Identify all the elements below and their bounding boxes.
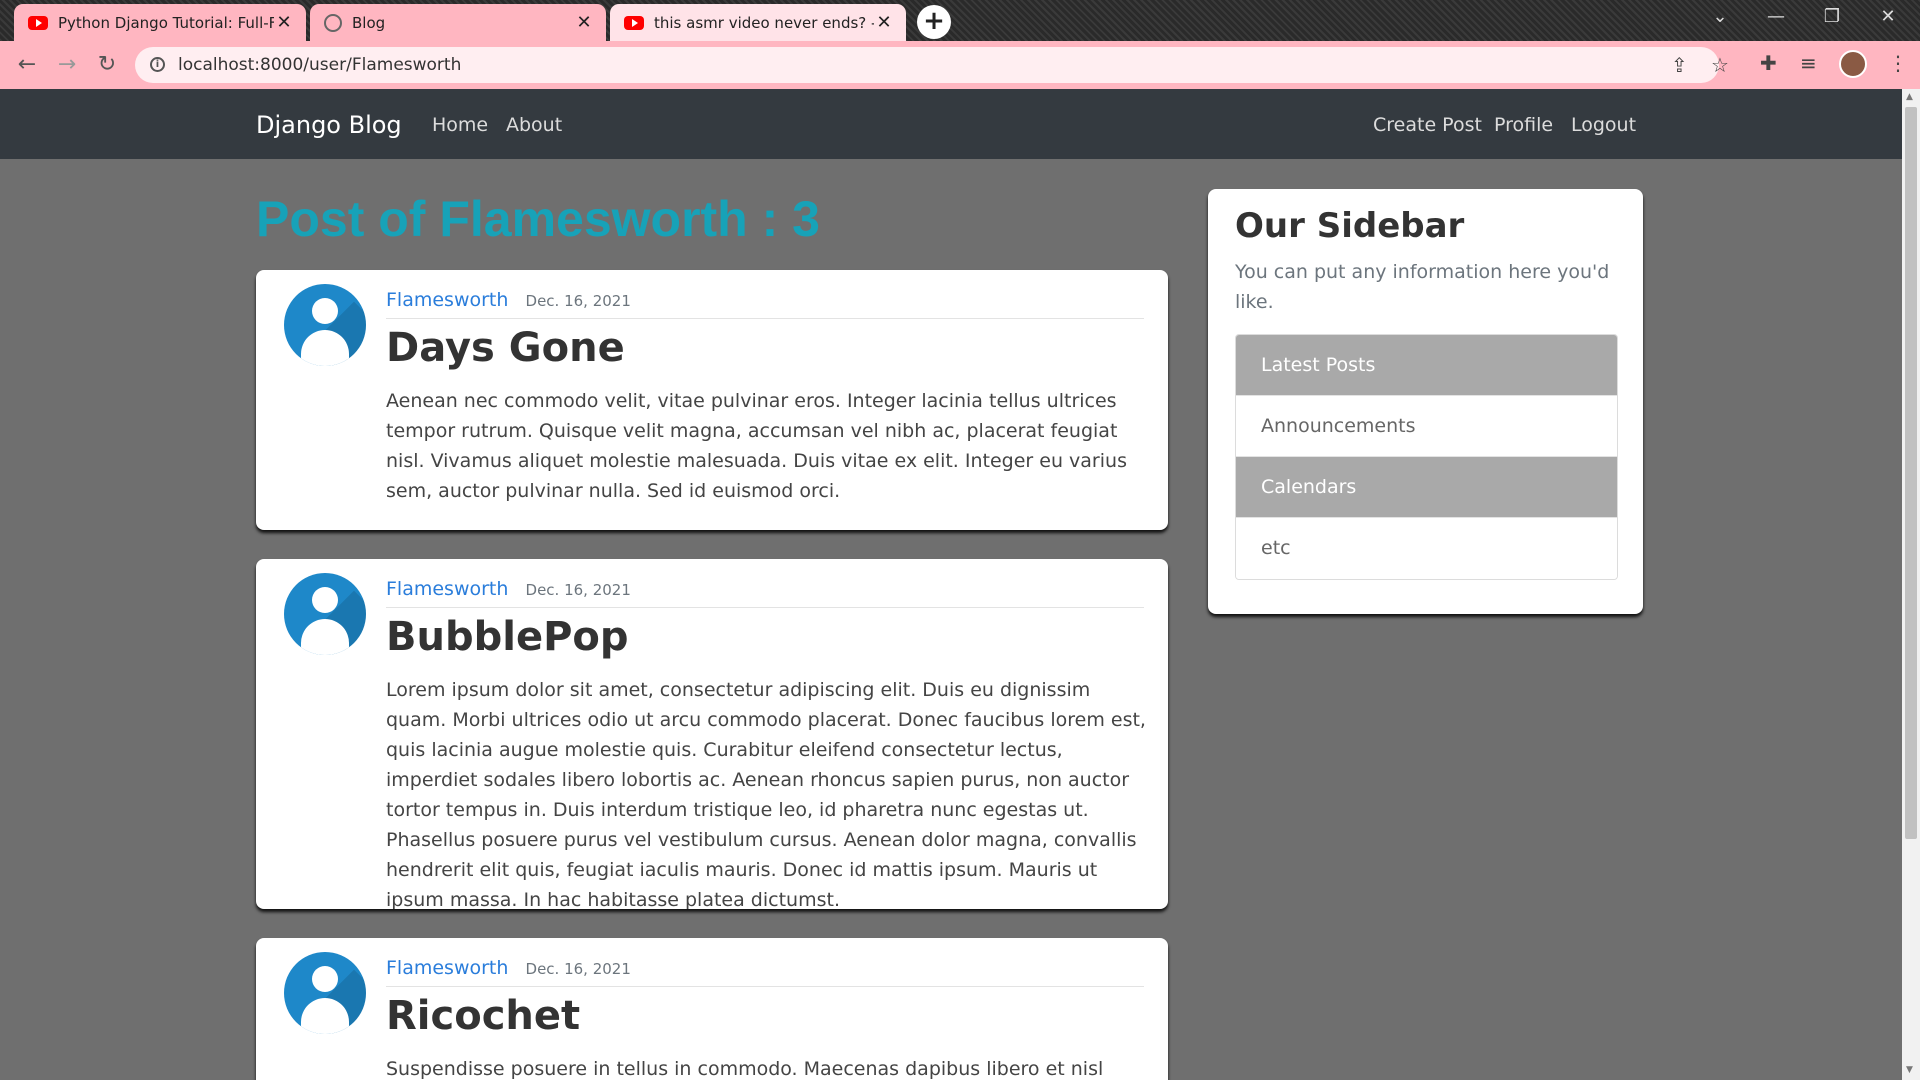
post-title-link[interactable]: Days Gone [386,325,625,371]
user-avatar [284,284,366,366]
scroll-up-icon[interactable]: ▲ [1906,92,1913,102]
youtube-icon [624,15,644,30]
tab-search-icon[interactable]: ⌄ [1700,6,1740,27]
post-title-link[interactable]: Ricochet [386,993,580,1039]
globe-icon [324,13,342,32]
site-info-icon[interactable]: i [150,57,165,72]
post-content: Aenean nec commodo velit, vitae pulvinar… [386,390,1127,502]
tab-title: Blog [352,13,386,32]
sidebar-list: Latest Posts Announcements Calendars etc [1235,334,1618,580]
restore-icon[interactable]: ❐ [1812,6,1852,27]
scroll-down-icon[interactable]: ▼ [1906,1065,1913,1075]
post-date: Dec. 16, 2021 [525,581,631,599]
post-author-link[interactable]: Flamesworth [386,289,508,311]
sidebar: Our Sidebar You can put any information … [1208,189,1643,614]
youtube-icon [28,15,48,30]
tab-title: Python Django Tutorial: Full-Feat [58,13,274,32]
sidebar-item-calendars[interactable]: Calendars [1236,457,1617,518]
post-meta: Flamesworth Dec. 16, 2021 [386,289,1144,319]
nav-logout-link[interactable]: Logout [1571,114,1636,136]
page-scrollbar[interactable]: ▲ ▼ [1902,89,1920,1080]
nav-about-link[interactable]: About [506,114,562,136]
post-date: Dec. 16, 2021 [525,960,631,978]
reading-list-icon[interactable]: ≡ [1800,51,1817,75]
tab-blog[interactable]: Blog ✕ [310,4,606,41]
url-text[interactable]: localhost:8000/user/Flamesworth [178,55,461,75]
tab-python-django-tutorial[interactable]: Python Django Tutorial: Full-Feat ✕ [14,4,306,41]
post-card: Flamesworth Dec. 16, 2021 BubblePop Lore… [256,559,1168,909]
nav-create-post-link[interactable]: Create Post [1373,114,1482,136]
post-card: Flamesworth Dec. 16, 2021 Ricochet Suspe… [256,938,1168,1080]
tab-title: this asmr video never ends? - You [654,13,874,32]
post-title-link[interactable]: BubblePop [386,614,629,660]
bookmark-star-icon[interactable]: ☆ [1711,53,1729,77]
nav-home-link[interactable]: Home [432,114,488,136]
sidebar-title: Our Sidebar [1235,206,1465,246]
menu-icon[interactable]: ⋮ [1888,51,1908,75]
close-icon[interactable]: ✕ [274,12,294,33]
reload-icon[interactable]: ↻ [91,49,123,81]
sidebar-description: You can put any information here you'd l… [1235,261,1610,313]
page-title: Post of Flamesworth : 3 [256,191,820,247]
sidebar-item-latest-posts[interactable]: Latest Posts [1236,335,1617,396]
post-card: Flamesworth Dec. 16, 2021 Days Gone Aene… [256,270,1168,530]
post-content: Suspendisse posuere in tellus in commodo… [386,1058,1104,1080]
window-close-icon[interactable]: ✕ [1868,6,1908,27]
back-icon[interactable]: ← [11,49,43,81]
post-author-link[interactable]: Flamesworth [386,957,508,979]
user-avatar [284,952,366,1034]
extensions-icon[interactable]: ✚ [1760,51,1777,75]
post-date: Dec. 16, 2021 [525,292,631,310]
post-content: Lorem ipsum dolor sit amet, consectetur … [386,679,1146,909]
profile-avatar-icon[interactable] [1839,50,1867,78]
sidebar-item-etc[interactable]: etc [1236,518,1617,579]
post-meta: Flamesworth Dec. 16, 2021 [386,957,1144,987]
browser-toolbar: ← → ↻ i localhost:8000/user/Flamesworth … [0,41,1920,89]
user-avatar [284,573,366,655]
close-icon[interactable]: ✕ [874,12,894,33]
address-bar[interactable]: i localhost:8000/user/Flamesworth ⇪ ☆ [135,47,1729,83]
nav-profile-link[interactable]: Profile [1494,114,1553,136]
post-meta: Flamesworth Dec. 16, 2021 [386,578,1144,608]
share-icon[interactable]: ⇪ [1671,53,1688,77]
sidebar-item-announcements[interactable]: Announcements [1236,396,1617,457]
brand-link[interactable]: Django Blog [256,111,402,139]
browser-tab-strip: Python Django Tutorial: Full-Feat ✕ Blog… [0,0,1920,41]
close-icon[interactable]: ✕ [574,12,594,33]
forward-icon[interactable]: → [51,49,83,81]
new-tab-button[interactable]: + [917,5,951,39]
site-navbar: Django Blog Home About Create Post Profi… [0,89,1902,159]
scrollbar-thumb[interactable] [1905,107,1917,839]
post-author-link[interactable]: Flamesworth [386,578,508,600]
tab-asmr-video[interactable]: this asmr video never ends? - You ✕ [610,4,906,41]
minimize-icon[interactable]: — [1756,6,1796,27]
